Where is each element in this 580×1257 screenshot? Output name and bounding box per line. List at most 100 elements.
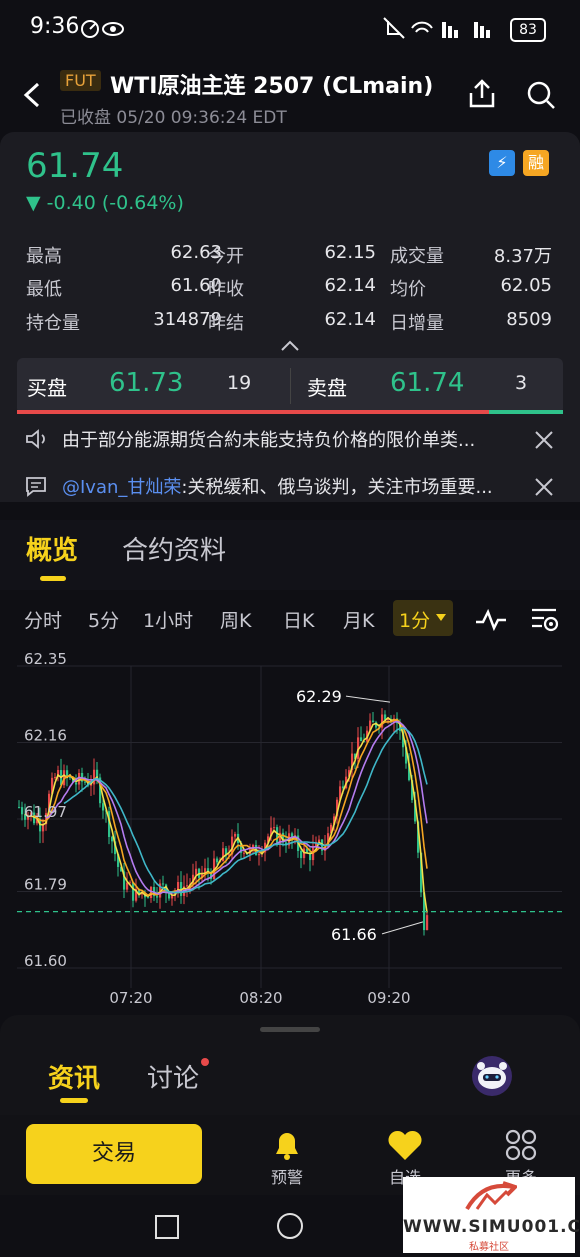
order-book[interactable]: 买盘 61.73 19 卖盘 61.74 3 xyxy=(17,358,563,414)
margin-badge-icon[interactable]: 融 xyxy=(523,150,549,176)
period-monthly[interactable]: 月K xyxy=(343,606,374,633)
stat-label: 均价 xyxy=(390,279,426,300)
ask-volume-bar xyxy=(489,410,563,414)
comment-mention[interactable]: @Ivan_甘灿荣 xyxy=(62,477,181,498)
y-tick-label: 61.60 xyxy=(24,952,67,970)
grid-menu-icon[interactable] xyxy=(504,1128,538,1162)
battery-indicator: 83 xyxy=(510,18,546,42)
close-icon[interactable] xyxy=(534,430,554,450)
recents-button[interactable] xyxy=(155,1215,179,1239)
assistant-bot-icon[interactable] xyxy=(470,1054,514,1098)
price-chart[interactable]: 62.35 62.16 61.97 61.79 61.60 07:20 08:20 09:2… xyxy=(0,650,580,1010)
tab-discuss[interactable]: 讨论 xyxy=(147,1058,199,1095)
divider xyxy=(290,368,291,404)
candle xyxy=(216,858,219,863)
candle xyxy=(126,882,129,890)
stat-value: 62.15 xyxy=(324,242,376,263)
watermark: WWW.SIMU001.CN 私募社区 xyxy=(403,1177,580,1253)
y-axis-ticks: 62.35 62.16 61.97 61.79 61.60 xyxy=(24,650,67,970)
trade-button[interactable]: 交易 xyxy=(26,1124,202,1184)
candle xyxy=(102,803,105,811)
candle xyxy=(147,897,150,899)
period-timeshare[interactable]: 分时 xyxy=(24,606,62,633)
low-marker-line xyxy=(381,921,424,935)
stat-label: 最低 xyxy=(26,279,62,300)
back-icon[interactable] xyxy=(20,80,46,110)
notice-row[interactable]: 由于部分能源期货合約未能支持负价格的限价单类... xyxy=(20,420,560,460)
ask-label: 卖盘 xyxy=(307,376,347,400)
stat-label: 昨结 xyxy=(208,313,244,334)
stat-value: 62.14 xyxy=(324,309,376,330)
stat-label: 成交量 xyxy=(390,246,444,267)
share-icon[interactable] xyxy=(467,78,497,110)
bid-volume-bar xyxy=(17,410,489,414)
period-weekly[interactable]: 周K xyxy=(220,606,251,633)
x-tick-label: 07:20 xyxy=(109,989,152,1007)
candle xyxy=(195,868,198,875)
x-axis-ticks: 07:20 08:20 09:20 xyxy=(109,989,410,1007)
stat-value: 61.60 xyxy=(170,275,222,296)
watermark-sub: 私募社区 xyxy=(469,1242,509,1253)
comment-icon xyxy=(26,477,46,497)
period-5min[interactable]: 5分 xyxy=(88,606,119,633)
close-icon[interactable] xyxy=(534,477,554,497)
y-tick-label: 61.97 xyxy=(24,803,67,821)
watermark-logo-icon xyxy=(465,1181,517,1211)
indicator-icon[interactable] xyxy=(474,608,508,632)
status-time: 9:36 xyxy=(30,14,80,39)
candle xyxy=(426,915,429,931)
comment-text: @Ivan_甘灿荣:关税缓和、俄乌谈判，关注市场重要... xyxy=(62,473,512,499)
candle xyxy=(162,883,165,885)
candle xyxy=(258,853,261,856)
candle xyxy=(360,737,363,742)
moving-averages xyxy=(24,716,428,913)
high-marker-line xyxy=(345,695,391,703)
candle xyxy=(372,720,375,723)
candle xyxy=(156,896,159,898)
comment-row[interactable]: @Ivan_甘灿荣:关税缓和、俄乌谈判，关注市场重要... xyxy=(20,467,560,507)
candle xyxy=(84,781,87,783)
heart-icon[interactable] xyxy=(386,1128,424,1162)
futures-badge: FUT xyxy=(60,70,101,91)
drag-handle[interactable] xyxy=(260,1027,320,1032)
stat-value: 314879 xyxy=(153,309,222,330)
period-1hour[interactable]: 1小时 xyxy=(143,606,193,633)
tab-overview[interactable]: 概览 xyxy=(26,530,78,567)
y-tick-label: 62.16 xyxy=(24,727,67,745)
period-1min-label: 1分 xyxy=(399,610,431,632)
candle xyxy=(93,769,96,785)
ma-line xyxy=(24,716,428,913)
x-tick-label: 08:20 xyxy=(239,989,282,1007)
bell-icon[interactable] xyxy=(270,1128,304,1162)
price-change: ▼ -0.40 (-0.64%) xyxy=(26,192,184,214)
period-daily[interactable]: 日K xyxy=(283,606,314,633)
stat-label: 最高 xyxy=(26,246,62,267)
y-tick-label: 62.35 xyxy=(24,650,67,668)
bid-price: 61.73 xyxy=(109,368,184,398)
x-tick-label: 09:20 xyxy=(367,989,410,1007)
search-icon[interactable] xyxy=(526,80,556,110)
period-1min-button[interactable]: 1分 xyxy=(393,600,453,636)
home-button[interactable] xyxy=(277,1213,303,1239)
high-label: 62.29 xyxy=(296,687,342,706)
collapse-chevron-icon[interactable] xyxy=(280,340,300,352)
notice-text: 由于部分能源期货合約未能支持负价格的限价单类... xyxy=(62,430,476,451)
ma-line xyxy=(33,718,428,897)
lightning-badge-icon[interactable]: ⚡ xyxy=(489,150,515,176)
comment-body: :关税缓和、俄乌谈判，关注市场重要... xyxy=(181,477,493,498)
candle xyxy=(318,839,321,842)
nav-alert-label[interactable]: 预警 xyxy=(271,1164,303,1188)
watermark-text: WWW.SIMU001.CN xyxy=(403,1217,580,1237)
candle xyxy=(243,852,246,854)
status-bar: 9:36 83 xyxy=(0,0,580,58)
last-price: 61.74 xyxy=(26,146,124,186)
stat-value: 62.63 xyxy=(170,242,222,263)
speaker-icon xyxy=(26,429,45,449)
tab-contract-info[interactable]: 合约资料 xyxy=(122,530,226,567)
candle xyxy=(234,833,237,837)
tab-indicator xyxy=(40,576,66,581)
tab-news[interactable]: 资讯 xyxy=(48,1058,100,1095)
chart-settings-icon[interactable] xyxy=(530,606,560,634)
news-tab-indicator xyxy=(60,1098,88,1103)
stat-value: 62.05 xyxy=(500,275,552,296)
